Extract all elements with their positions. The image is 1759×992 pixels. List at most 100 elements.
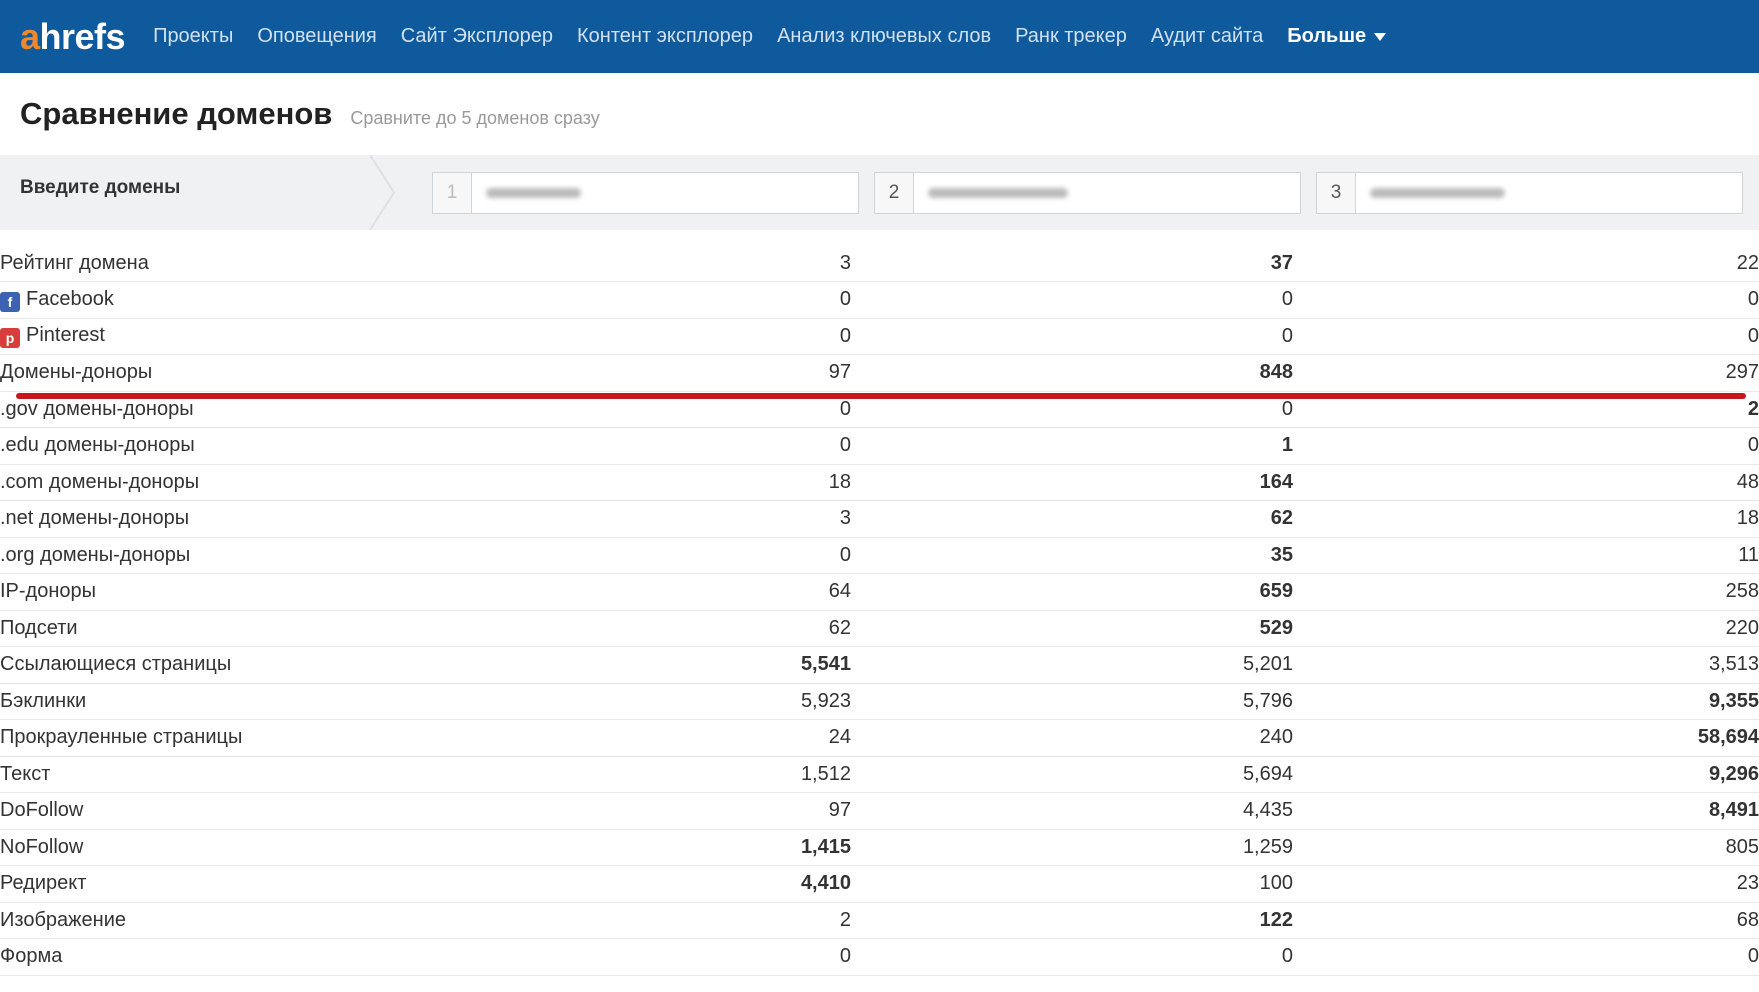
table-row: NoFollow 1,415 1,259 805 bbox=[0, 829, 1759, 866]
chevron-down-icon bbox=[1374, 32, 1387, 41]
metric-value-domain-1: 2 bbox=[540, 902, 851, 939]
ahrefs-logo[interactable]: ahrefs bbox=[20, 15, 126, 58]
metric-value-domain-2: 0 bbox=[851, 281, 1293, 319]
domain-field-number: 1 bbox=[433, 173, 472, 213]
nav-item-keywords-explorer[interactable]: Анализ ключевых слов bbox=[777, 25, 991, 48]
metric-value-domain-2: 62 bbox=[851, 500, 1293, 538]
metric-label: Рейтинг домена bbox=[0, 251, 149, 274]
metric-label-cell: Редирект bbox=[0, 865, 540, 903]
nav-item-site-explorer[interactable]: Сайт Эксплорер bbox=[401, 25, 553, 48]
metric-label-cell: .edu домены-доноры bbox=[0, 427, 540, 465]
metric-label: .com домены-доноры bbox=[0, 470, 200, 493]
metric-label: .gov домены-доноры bbox=[0, 397, 194, 420]
metric-value-domain-3: 0 bbox=[1293, 318, 1759, 355]
metric-label-cell: DoFollow bbox=[0, 792, 540, 830]
metric-value-domain-3: 0 bbox=[1293, 281, 1759, 319]
nav-more-dropdown[interactable]: Больше bbox=[1287, 25, 1387, 48]
metric-value-domain-3: 8,491 bbox=[1293, 792, 1759, 830]
metric-label: Прокрауленные страницы bbox=[0, 726, 243, 749]
metric-value-domain-2: 100 bbox=[851, 865, 1293, 903]
metric-value-domain-2: 5,201 bbox=[851, 646, 1293, 684]
domain-value-blurred bbox=[1370, 188, 1505, 198]
metric-label: .org домены-доноры bbox=[0, 543, 191, 566]
metric-value-domain-2: 1,259 bbox=[851, 829, 1293, 866]
metric-label: Facebook bbox=[26, 287, 114, 310]
domain-field-3[interactable]: 3 bbox=[1316, 172, 1743, 214]
metric-label-cell: Ссылающиеся страницы bbox=[0, 646, 540, 684]
metric-value-domain-3: 9,355 bbox=[1293, 683, 1759, 720]
metric-label: .net домены-доноры bbox=[0, 507, 190, 530]
metric-value-domain-1: 97 bbox=[540, 354, 851, 392]
metric-label-cell: Прокрауленные страницы bbox=[0, 719, 540, 757]
table-row: f Facebook 0 0 0 bbox=[0, 281, 1759, 319]
metric-value-domain-3: 805 bbox=[1293, 829, 1759, 866]
metric-label: Pinterest bbox=[26, 324, 105, 347]
domain-field-2[interactable]: 2 bbox=[874, 172, 1301, 214]
table-row: IP-доноры 64 659 258 bbox=[0, 573, 1759, 611]
metric-label: DoFollow bbox=[0, 799, 84, 822]
metric-label: Текст bbox=[0, 762, 51, 785]
metric-label-cell: Бэклинки bbox=[0, 683, 540, 720]
metric-value-domain-2: 37 bbox=[851, 245, 1293, 282]
metric-value-domain-1: 97 bbox=[540, 792, 851, 830]
domain-value-blurred bbox=[486, 188, 581, 198]
metric-value-domain-2: 164 bbox=[851, 464, 1293, 501]
logo-letter: a bbox=[20, 15, 40, 57]
metric-value-domain-1: 1,415 bbox=[540, 829, 851, 866]
metric-label: .edu домены-доноры bbox=[0, 434, 195, 457]
table-row: Рейтинг домена 3 37 22 bbox=[0, 245, 1759, 282]
metric-value-domain-2: 0 bbox=[851, 938, 1293, 976]
domain-field-1[interactable]: 1 bbox=[432, 172, 859, 214]
table-row: Домены-доноры 97 848 297 bbox=[0, 354, 1759, 392]
metric-value-domain-2: 122 bbox=[851, 902, 1293, 939]
metric-value-domain-2: 0 bbox=[851, 318, 1293, 355]
metric-value-domain-3: 0 bbox=[1293, 938, 1759, 976]
metric-label-cell: f Facebook bbox=[0, 281, 540, 319]
metric-label-cell: Домены-доноры bbox=[0, 354, 540, 392]
metric-value-domain-2: 1 bbox=[851, 427, 1293, 465]
metric-value-domain-1: 62 bbox=[540, 610, 851, 647]
metric-label-cell: NoFollow bbox=[0, 829, 540, 866]
metric-value-domain-2: 240 bbox=[851, 719, 1293, 757]
metric-value-domain-3: 220 bbox=[1293, 610, 1759, 647]
nav-item-rank-tracker[interactable]: Ранк трекер bbox=[1015, 25, 1127, 48]
metric-value-domain-2: 35 bbox=[851, 537, 1293, 574]
table-row: Редирект 4,410 100 23 bbox=[0, 865, 1759, 903]
nav-item-content-explorer[interactable]: Контент эксплорер bbox=[577, 25, 753, 48]
nav-item-site-audit[interactable]: Аудит сайта bbox=[1151, 25, 1263, 48]
table-row: Подсети 62 529 220 bbox=[0, 610, 1759, 647]
metric-value-domain-1: 0 bbox=[540, 427, 851, 465]
metric-value-domain-3: 297 bbox=[1293, 354, 1759, 392]
domain-field-number: 3 bbox=[1317, 173, 1356, 213]
metric-value-domain-1: 3 bbox=[540, 500, 851, 538]
metric-value-domain-2: 848 bbox=[851, 354, 1293, 392]
metric-label-cell: IP-доноры bbox=[0, 573, 540, 611]
metric-label: Подсети bbox=[0, 616, 78, 639]
pinterest-icon: p bbox=[0, 328, 20, 349]
metric-label: Ссылающиеся страницы bbox=[0, 653, 232, 676]
metric-label-cell: .com домены-доноры bbox=[0, 464, 540, 501]
metric-label-cell: .org домены-доноры bbox=[0, 537, 540, 574]
nav-item-alerts[interactable]: Оповещения bbox=[257, 25, 376, 48]
metric-value-domain-2: 5,796 bbox=[851, 683, 1293, 720]
table-row: Изображение 2 122 68 bbox=[0, 902, 1759, 939]
metric-value-domain-1: 0 bbox=[540, 537, 851, 574]
table-row: Текст 1,512 5,694 9,296 bbox=[0, 756, 1759, 793]
metric-value-domain-3: 0 bbox=[1293, 427, 1759, 465]
nav-item-projects[interactable]: Проекты bbox=[153, 25, 233, 48]
metric-value-domain-1: 64 bbox=[540, 573, 851, 611]
page-header: Сравнение доменов Сравните до 5 доменов … bbox=[0, 73, 1759, 155]
metric-value-domain-3: 18 bbox=[1293, 500, 1759, 538]
metric-value-domain-1: 0 bbox=[540, 318, 851, 355]
metric-value-domain-3: 23 bbox=[1293, 865, 1759, 903]
nav-more-label: Больше bbox=[1287, 25, 1367, 47]
metric-value-domain-3: 22 bbox=[1293, 245, 1759, 282]
metric-value-domain-2: 5,694 bbox=[851, 756, 1293, 793]
metric-value-domain-2: 659 bbox=[851, 573, 1293, 611]
metric-value-domain-3: 11 bbox=[1293, 537, 1759, 574]
metric-value-domain-1: 1,512 bbox=[540, 756, 851, 793]
table-row: Прокрауленные страницы 24 240 58,694 bbox=[0, 719, 1759, 757]
metric-value-domain-3: 58,694 bbox=[1293, 719, 1759, 757]
table-row: Форма 0 0 0 bbox=[0, 938, 1759, 976]
metric-value-domain-1: 5,923 bbox=[540, 683, 851, 720]
